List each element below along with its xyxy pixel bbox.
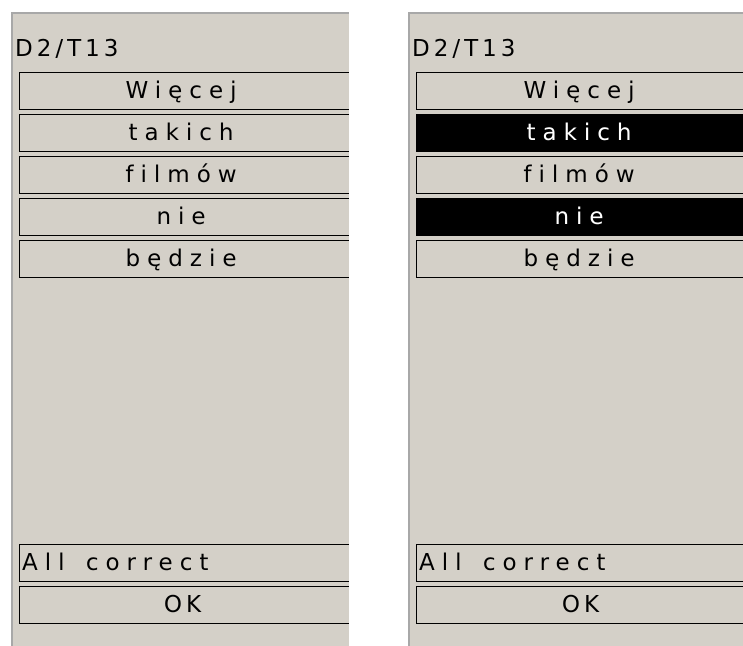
- word-button-nie[interactable]: nie: [416, 198, 743, 236]
- word-button-nie[interactable]: nie: [19, 198, 349, 236]
- word-button-filmow[interactable]: filmów: [19, 156, 349, 194]
- panel-title: D2/T13: [15, 36, 123, 62]
- word-button-filmow[interactable]: filmów: [416, 156, 743, 194]
- panel-title: D2/T13: [412, 36, 520, 62]
- word-button-wiecej[interactable]: Więcej: [416, 72, 743, 110]
- word-button-bedzie[interactable]: będzie: [19, 240, 349, 278]
- left-panel: D2/T13 Więcej takich filmów nie będzie A…: [11, 12, 349, 646]
- word-button-takich[interactable]: takich: [19, 114, 349, 152]
- ok-button[interactable]: OK: [19, 586, 349, 624]
- status-text: All correct: [416, 544, 743, 582]
- word-button-bedzie[interactable]: będzie: [416, 240, 743, 278]
- ok-button[interactable]: OK: [416, 586, 743, 624]
- right-panel: D2/T13 Więcej takich filmów nie będzie A…: [408, 12, 743, 646]
- word-button-takich[interactable]: takich: [416, 114, 743, 152]
- status-text: All correct: [19, 544, 349, 582]
- word-button-wiecej[interactable]: Więcej: [19, 72, 349, 110]
